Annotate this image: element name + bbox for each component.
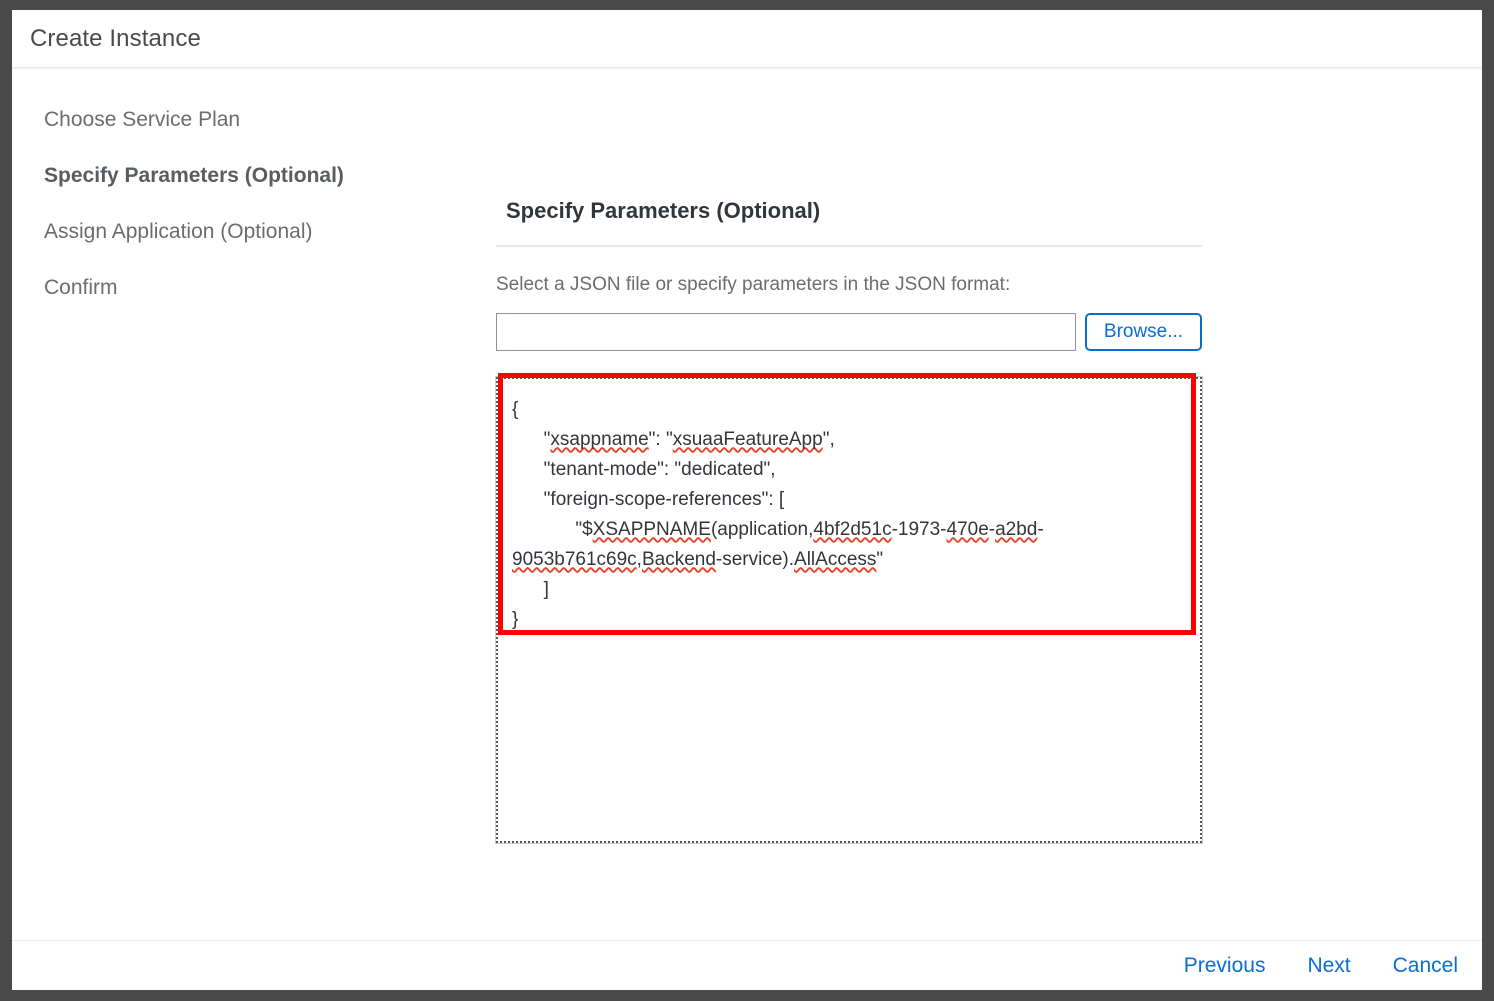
page-title: Create Instance xyxy=(30,24,201,52)
wizard-step-assign-application[interactable]: Assign Application (Optional) xyxy=(44,220,444,244)
dialog-body: Choose Service Plan Specify Parameters (… xyxy=(12,68,1482,940)
json-line: "$XSAPPNAME(application,4bf2d51c-1973-47… xyxy=(512,518,1044,570)
previous-button[interactable]: Previous xyxy=(1182,952,1268,980)
panel-instruction-text: Select a JSON file or specify parameters… xyxy=(496,273,1011,295)
json-line: "foreign-scope-references": [ xyxy=(512,488,785,510)
wizard-step-confirm[interactable]: Confirm xyxy=(44,276,444,300)
json-line: { xyxy=(512,398,519,420)
dialog-footer: Previous Next Cancel xyxy=(12,940,1482,990)
json-parameters-textarea[interactable]: { "xsappname": "xsuaaFeatureApp", "tenan… xyxy=(495,375,1203,844)
json-line: ] xyxy=(512,578,549,600)
file-picker-row: Browse... xyxy=(496,312,1202,351)
browse-button[interactable]: Browse... xyxy=(1085,312,1202,351)
next-button[interactable]: Next xyxy=(1305,952,1352,980)
specify-parameters-panel: Specify Parameters (Optional) Select a J… xyxy=(495,68,1203,844)
json-line: } xyxy=(512,608,519,630)
wizard-step-choose-service-plan[interactable]: Choose Service Plan xyxy=(44,108,444,132)
json-line: "xsappname": "xsuaaFeatureApp", xyxy=(512,428,835,450)
json-line: "tenant-mode": "dedicated", xyxy=(512,458,776,480)
panel-divider xyxy=(496,244,1202,247)
json-editor-wrapper: { "xsappname": "xsuaaFeatureApp", "tenan… xyxy=(495,372,1203,844)
wizard-step-specify-parameters[interactable]: Specify Parameters (Optional) xyxy=(44,164,444,188)
wizard-step-list: Choose Service Plan Specify Parameters (… xyxy=(44,108,444,332)
json-file-path-input[interactable] xyxy=(496,312,1076,351)
create-instance-dialog: Create Instance Choose Service Plan Spec… xyxy=(12,10,1482,990)
cancel-button[interactable]: Cancel xyxy=(1391,952,1460,980)
dialog-title-bar: Create Instance xyxy=(12,10,1482,68)
panel-heading: Specify Parameters (Optional) xyxy=(506,198,821,224)
